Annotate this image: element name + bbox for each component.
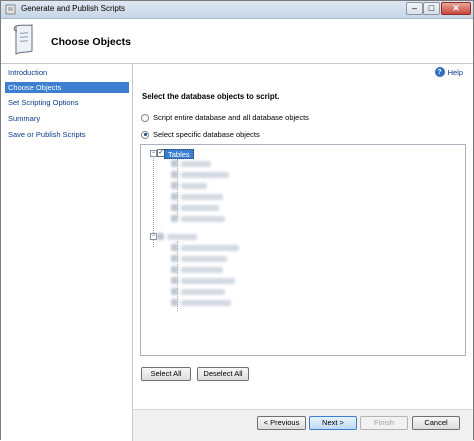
tree-item-checkbox[interactable] <box>171 160 178 167</box>
select-all-button[interactable]: Select All <box>141 367 191 381</box>
minimize-button[interactable]: – <box>406 2 423 15</box>
wizard-steps-sidebar: Introduction Choose Objects Set Scriptin… <box>1 64 133 441</box>
scroll-icon <box>13 24 33 55</box>
sidebar-item-choose-objects[interactable]: Choose Objects <box>5 82 129 93</box>
tree-item-checkbox[interactable] <box>171 182 178 189</box>
sidebar-item-set-scripting-options[interactable]: Set Scripting Options <box>5 97 129 108</box>
app-icon <box>5 4 16 15</box>
tree-item-label[interactable] <box>181 205 219 211</box>
tree-expander-tables[interactable]: − <box>150 150 157 157</box>
radio-button[interactable] <box>141 113 149 122</box>
tree-item-checkbox[interactable] <box>171 255 178 262</box>
maximize-icon: □ <box>428 3 435 13</box>
finish-button[interactable]: Finish <box>360 416 408 430</box>
title-bar[interactable]: Generate and Publish Scripts – □ ✕ <box>1 1 473 19</box>
page-title: Choose Objects <box>51 36 131 48</box>
tree-item-checkbox[interactable] <box>171 193 178 200</box>
close-icon: ✕ <box>452 3 460 13</box>
tree-item-label[interactable] <box>181 245 239 251</box>
main-content: ? Help Select the database objects to sc… <box>133 64 473 409</box>
tree-item-checkbox[interactable] <box>171 288 178 295</box>
tree-item-checkbox[interactable] <box>171 299 178 306</box>
help-icon: ? <box>434 67 445 77</box>
sidebar-item-introduction[interactable]: Introduction <box>5 67 129 78</box>
tree-item-checkbox[interactable] <box>171 266 178 273</box>
page-header: Choose Objects <box>1 19 473 64</box>
object-tree[interactable]: − ✓ Tables − <box>140 144 466 356</box>
close-button[interactable]: ✕ <box>441 2 471 15</box>
tree-item-label[interactable] <box>181 194 223 200</box>
previous-button[interactable]: < Previous <box>257 416 306 430</box>
tree-expander-second[interactable]: − <box>150 233 157 240</box>
tree-item-checkbox[interactable] <box>171 171 178 178</box>
option-specific-objects[interactable]: Select specific database objects <box>141 130 260 139</box>
maximize-button[interactable]: □ <box>423 2 440 15</box>
tree-item-checkbox[interactable] <box>171 277 178 284</box>
tree-item-label[interactable] <box>181 216 225 222</box>
tree-item-label[interactable] <box>181 289 225 295</box>
tree-item-label[interactable] <box>181 256 227 262</box>
tree-item-label[interactable] <box>181 183 207 189</box>
tree-item-label[interactable] <box>181 172 229 178</box>
tree-item-label[interactable] <box>167 234 197 240</box>
window-title: Generate and Publish Scripts <box>21 4 126 13</box>
section-heading: Select the database objects to script. <box>142 92 280 101</box>
wizard-footer: < Previous Next > Finish Cancel <box>133 409 473 441</box>
tree-item-checkbox[interactable] <box>171 244 178 251</box>
sidebar-item-save-or-publish[interactable]: Save or Publish Scripts <box>5 129 129 140</box>
minimize-icon: – <box>411 3 417 13</box>
wizard-window: Generate and Publish Scripts – □ ✕ Choos… <box>0 0 474 441</box>
help-label: Help <box>447 67 463 77</box>
option-label: Script entire database and all database … <box>153 113 309 122</box>
tree-item-checkbox[interactable] <box>171 215 178 222</box>
help-link[interactable]: ? Help <box>434 67 463 77</box>
cancel-button[interactable]: Cancel <box>412 416 460 430</box>
tree-item-label[interactable] <box>181 278 235 284</box>
option-label: Select specific database objects <box>153 130 260 139</box>
deselect-all-button[interactable]: Deselect All <box>197 367 249 381</box>
tree-item-label[interactable] <box>181 267 223 273</box>
tree-item-label[interactable] <box>181 300 231 306</box>
option-entire-database[interactable]: Script entire database and all database … <box>141 113 309 122</box>
tree-item-label[interactable] <box>181 161 211 167</box>
tree-item-checkbox[interactable] <box>157 233 164 240</box>
next-button[interactable]: Next > <box>309 416 357 430</box>
tree-item-checkbox[interactable] <box>171 204 178 211</box>
tree-node-tables[interactable]: Tables <box>164 149 194 159</box>
sidebar-item-summary[interactable]: Summary <box>5 113 129 124</box>
radio-button-selected[interactable] <box>141 130 149 139</box>
